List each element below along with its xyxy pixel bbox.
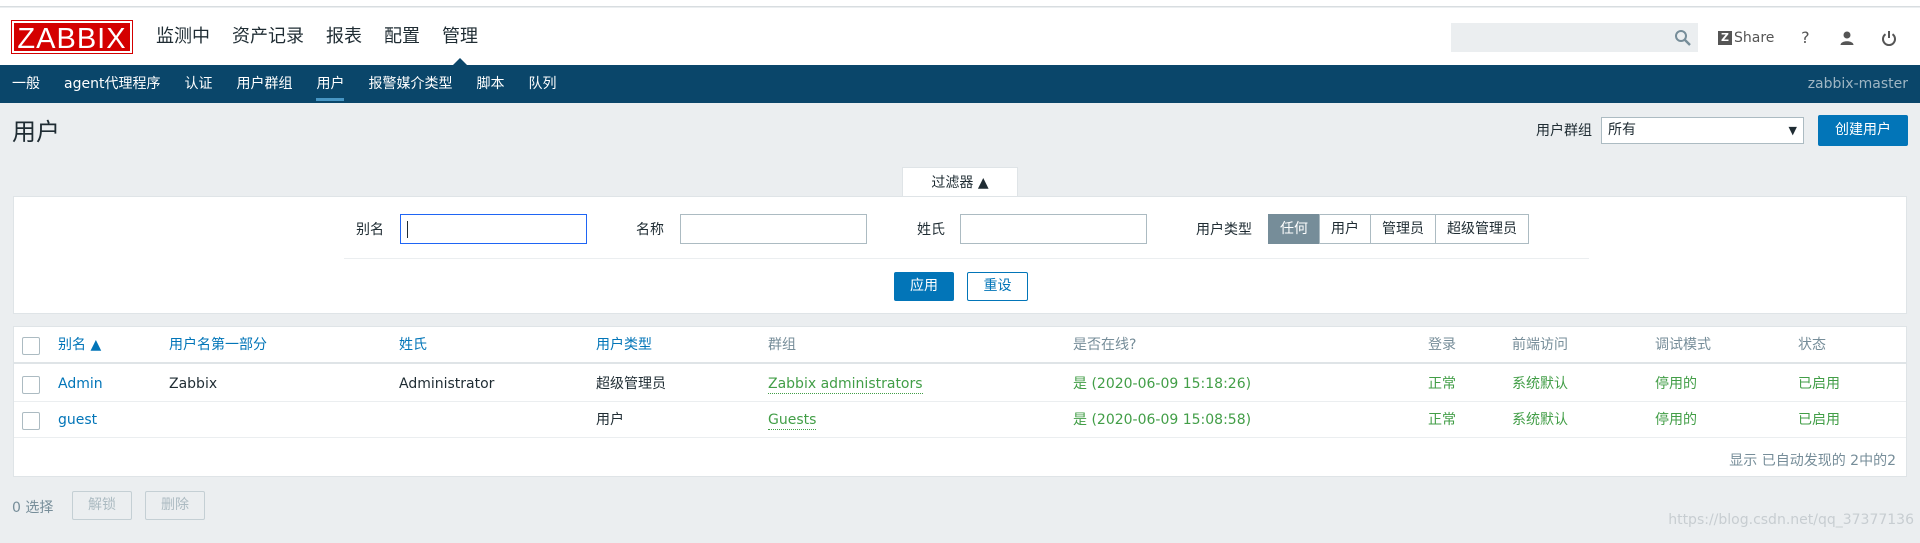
col-name[interactable]: 用户名第一部分	[169, 327, 267, 364]
filter-divider	[344, 258, 1589, 259]
user-group-select[interactable]: 所有 ▼	[1601, 117, 1804, 144]
user-online-status: 是 (2020-06-09 15:08:58)	[1073, 412, 1252, 428]
user-type-super-admin[interactable]: 超级管理员	[1435, 214, 1529, 244]
nav-configuration[interactable]: 配置	[373, 8, 431, 65]
delete-button[interactable]: 删除	[145, 491, 205, 520]
subnav-queue[interactable]: 队列	[516, 65, 568, 103]
user-profile-icon[interactable]	[1838, 29, 1856, 47]
help-icon[interactable]: ?	[1796, 28, 1814, 47]
alias-label: 别名	[356, 222, 384, 238]
header: ZABBIX 监测中 资产记录 报表 配置 管理 Z Share ?	[0, 8, 1920, 65]
users-table: 别名 ▲ 用户名第一部分 姓氏 用户类型 群组 是否在线? 登录 前端访问 调试…	[13, 326, 1907, 477]
reset-button[interactable]: 重设	[967, 272, 1028, 301]
filter-tab[interactable]: 过滤器 ▲	[902, 167, 1018, 197]
nav-administration[interactable]: 管理	[431, 8, 489, 65]
unlock-button[interactable]: 解锁	[72, 491, 132, 520]
main-nav: 监测中 资产记录 报表 配置 管理	[145, 8, 489, 65]
surname-label: 姓氏	[917, 222, 945, 238]
user-frontend-access[interactable]: 系统默认	[1512, 366, 1568, 402]
subnav-scripts[interactable]: 脚本	[464, 65, 516, 103]
user-type: 用户	[596, 412, 624, 428]
selected-count: 0 选择	[12, 500, 54, 516]
user-login-status: 正常	[1428, 376, 1456, 392]
text-caret	[407, 221, 408, 238]
apply-button[interactable]: 应用	[894, 272, 954, 301]
subnav-media-types[interactable]: 报警媒介类型	[356, 65, 464, 103]
col-online: 是否在线?	[1073, 337, 1137, 353]
user-group-value: 所有	[1608, 122, 1636, 138]
user-groups-link[interactable]: Guests	[768, 402, 817, 438]
subnav-users[interactable]: 用户	[304, 65, 356, 103]
page-title: 用户	[12, 118, 60, 146]
col-groups: 群组	[768, 337, 796, 353]
subnav-authentication[interactable]: 认证	[172, 65, 224, 103]
header-actions: Z Share ?	[1718, 23, 1920, 52]
user-status[interactable]: 已启用	[1798, 366, 1840, 402]
server-name: zabbix-master	[1807, 76, 1908, 92]
table-footer-count: 显示 已自动发现的 2中的2	[1729, 453, 1896, 469]
user-type-segmented: 任何 用户 管理员 超级管理员	[1268, 214, 1529, 244]
select-all-checkbox[interactable]	[22, 337, 40, 355]
subnav-general[interactable]: 一般	[0, 65, 52, 103]
col-surname[interactable]: 姓氏	[399, 327, 427, 364]
col-frontend-access: 前端访问	[1512, 337, 1568, 353]
filter-panel: 别名 名称 姓氏 用户类型 任何 用户 管理员 超级管理员 应用 重设	[13, 196, 1907, 314]
user-name: Zabbix	[169, 376, 218, 392]
user-online-status: 是 (2020-06-09 15:18:26)	[1073, 376, 1252, 392]
user-type-user[interactable]: 用户	[1319, 214, 1371, 244]
user-surname: Administrator	[399, 376, 495, 392]
user-frontend-access[interactable]: 系统默认	[1512, 402, 1568, 438]
name-label: 名称	[636, 222, 664, 238]
nav-monitoring[interactable]: 监测中	[145, 8, 221, 65]
share-link[interactable]: Z Share	[1718, 30, 1774, 46]
name-input[interactable]	[680, 214, 867, 244]
share-label: Share	[1734, 29, 1775, 46]
subnav-proxies[interactable]: agent代理程序	[52, 65, 172, 103]
col-user-type[interactable]: 用户类型	[596, 327, 652, 364]
user-groups-link[interactable]: Zabbix administrators	[768, 366, 923, 402]
user-type-any[interactable]: 任何	[1268, 214, 1320, 244]
nav-reports[interactable]: 报表	[315, 8, 373, 65]
col-login: 登录	[1428, 337, 1456, 353]
table-row: guest 用户 Guests 是 (2020-06-09 15:08:58) …	[14, 402, 1906, 438]
watermark: https://blog.csdn.net/qq_37377136	[1668, 512, 1914, 528]
table-header: 别名 ▲ 用户名第一部分 姓氏 用户类型 群组 是否在线? 登录 前端访问 调试…	[14, 327, 1906, 364]
sign-out-icon[interactable]	[1880, 29, 1898, 47]
user-status[interactable]: 已启用	[1798, 402, 1840, 438]
zabbix-share-icon: Z	[1718, 30, 1732, 45]
user-alias-link[interactable]: Admin	[58, 366, 103, 402]
zabbix-logo[interactable]: ZABBIX	[11, 20, 133, 55]
table-row: Admin Zabbix Administrator 超级管理员 Zabbix …	[14, 366, 1906, 402]
col-debug-mode: 调试模式	[1655, 337, 1711, 353]
user-type: 超级管理员	[596, 376, 666, 392]
user-alias-link[interactable]: guest	[58, 402, 97, 438]
top-strip	[0, 0, 1920, 7]
row-checkbox[interactable]	[22, 412, 40, 430]
search-icon[interactable]	[1674, 29, 1691, 46]
search-input[interactable]	[1451, 23, 1698, 52]
nav-inventory[interactable]: 资产记录	[221, 8, 315, 65]
dropdown-arrow-icon: ▼	[1788, 124, 1797, 137]
user-login-status: 正常	[1428, 412, 1456, 428]
create-user-button[interactable]: 创建用户	[1818, 115, 1908, 146]
col-alias[interactable]: 别名 ▲	[58, 327, 101, 364]
alias-input[interactable]	[400, 214, 587, 244]
col-status: 状态	[1798, 337, 1826, 353]
user-type-admin[interactable]: 管理员	[1370, 214, 1436, 244]
sub-nav: 一般 agent代理程序 认证 用户群组 用户 报警媒介类型 脚本 队列 zab…	[0, 65, 1920, 103]
user-debug-mode[interactable]: 停用的	[1655, 402, 1697, 438]
row-checkbox[interactable]	[22, 376, 40, 394]
surname-input[interactable]	[960, 214, 1147, 244]
user-group-label: 用户群组	[1536, 123, 1592, 139]
user-debug-mode[interactable]: 停用的	[1655, 366, 1697, 402]
user-type-label: 用户类型	[1196, 222, 1252, 238]
subnav-user-groups[interactable]: 用户群组	[224, 65, 304, 103]
